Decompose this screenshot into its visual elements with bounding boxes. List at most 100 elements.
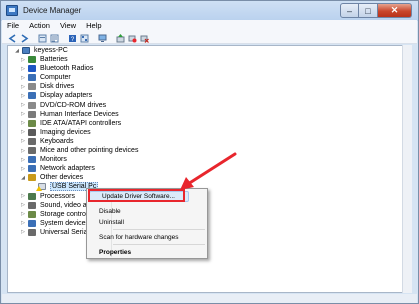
tree-item[interactable]: ▷ Imaging devices bbox=[20, 128, 91, 137]
menu-separator bbox=[113, 244, 205, 245]
tree-item[interactable]: ▷ Batteries bbox=[20, 55, 68, 64]
tree-item[interactable]: ▷ Computer bbox=[20, 73, 71, 82]
computer-root-icon bbox=[22, 47, 30, 54]
disable-device-icon[interactable] bbox=[128, 34, 137, 43]
expand-arrow-icon[interactable]: ▷ bbox=[20, 229, 26, 235]
help-icon[interactable]: ? bbox=[68, 34, 77, 43]
tree-item[interactable]: ▷ Keyboards bbox=[20, 137, 73, 146]
expand-arrow-icon[interactable]: ▷ bbox=[20, 166, 26, 172]
tree-item[interactable]: ▷ System devices bbox=[20, 219, 89, 228]
network-adapter-icon bbox=[28, 165, 36, 173]
minimize-button[interactable]: – bbox=[340, 3, 359, 18]
expand-arrow-icon[interactable]: ▷ bbox=[20, 193, 26, 199]
monitor-icon bbox=[28, 156, 36, 164]
expand-arrow-icon[interactable]: ▷ bbox=[20, 220, 26, 226]
properties-icon[interactable] bbox=[50, 34, 59, 43]
expand-arrow-icon[interactable]: ▷ bbox=[20, 84, 26, 90]
mouse-icon bbox=[28, 147, 36, 154]
red-arrow-icon bbox=[180, 152, 237, 190]
expand-arrow-icon[interactable]: ▷ bbox=[20, 157, 26, 163]
tree-item[interactable]: ▷ Disk drives bbox=[20, 82, 74, 91]
tree-item-label: Bluetooth Radios bbox=[40, 65, 94, 73]
tree-item-label: Keyboards bbox=[40, 137, 74, 145]
menu-action[interactable]: Action bbox=[24, 20, 55, 32]
expand-arrow-icon[interactable]: ▷ bbox=[20, 148, 26, 154]
tree-item-label: IDE ATA/ATAPI controllers bbox=[40, 119, 122, 127]
tree-item-label: Computer bbox=[40, 74, 71, 82]
tree-item[interactable]: ▷ IDE ATA/ATAPI controllers bbox=[20, 119, 121, 128]
tree-root-label: keyess-PC bbox=[34, 47, 68, 54]
maximize-button[interactable]: □ bbox=[359, 3, 378, 18]
expand-arrow-icon[interactable]: ▷ bbox=[20, 120, 26, 126]
tree-item[interactable]: ▷ Display adapters bbox=[20, 91, 92, 100]
other-devices-icon bbox=[28, 174, 36, 182]
tree-item-label: Batteries bbox=[40, 56, 68, 63]
keyboard-icon bbox=[28, 137, 36, 145]
expand-arrow-icon[interactable]: ▷ bbox=[20, 102, 26, 108]
vertical-scrollbar[interactable] bbox=[402, 45, 412, 293]
toolbar: ? bbox=[2, 32, 417, 44]
tree-item-label: Other devices bbox=[40, 174, 84, 182]
tree-item-label: Display adapters bbox=[40, 92, 93, 100]
tree-item-label: Mice and other pointing devices bbox=[40, 147, 139, 154]
disable-menu-item[interactable]: Disable bbox=[99, 208, 121, 215]
back-icon[interactable] bbox=[8, 34, 17, 43]
dvd-drive-icon bbox=[28, 101, 36, 109]
expand-arrow-icon[interactable]: ▷ bbox=[20, 202, 26, 208]
display-adapter-icon bbox=[28, 92, 36, 100]
tree-item[interactable]: ▷ Human Interface Devices bbox=[20, 110, 119, 119]
view-list-icon[interactable] bbox=[80, 34, 89, 43]
tree-item[interactable]: ▷ DVD/CD-ROM drives bbox=[20, 101, 106, 110]
computer-scan-icon[interactable] bbox=[98, 34, 107, 43]
tree-item[interactable]: ▷ Processors bbox=[20, 192, 75, 201]
tree-item[interactable]: ▷ Network adapters bbox=[20, 164, 95, 173]
tree-item[interactable]: ▷ Mice and other pointing devices bbox=[20, 146, 138, 155]
device-view-icon[interactable] bbox=[38, 34, 47, 43]
expand-arrow-icon[interactable]: ▷ bbox=[20, 138, 26, 144]
menu-help[interactable]: Help bbox=[81, 20, 106, 32]
uninstall-menu-item[interactable]: Uninstall bbox=[99, 219, 124, 226]
forward-icon[interactable] bbox=[20, 34, 29, 43]
title-bar: Device Manager – □ ✕ bbox=[1, 1, 418, 21]
properties-menu-item[interactable]: Properties bbox=[99, 249, 131, 256]
uninstall-device-icon[interactable] bbox=[140, 34, 149, 43]
tree-item[interactable]: ▷ Storage controll bbox=[20, 210, 89, 219]
menu-view[interactable]: View bbox=[55, 20, 81, 32]
tree-item-label: Universal Serial bbox=[40, 228, 90, 236]
system-device-icon bbox=[28, 219, 36, 227]
storage-controller-icon bbox=[28, 210, 36, 218]
collapse-arrow-icon[interactable]: ◢ bbox=[20, 175, 26, 181]
tree-item[interactable]: ▷ Bluetooth Radios bbox=[20, 64, 93, 73]
menu-separator bbox=[113, 229, 205, 230]
bluetooth-icon bbox=[28, 65, 36, 73]
tree-item-label: Network adapters bbox=[40, 165, 95, 173]
tree-item-label: Processors bbox=[40, 192, 76, 200]
expand-arrow-icon[interactable]: ▷ bbox=[20, 57, 26, 63]
collapse-arrow-icon[interactable]: ◢ bbox=[14, 48, 20, 54]
computer-icon bbox=[28, 74, 36, 82]
tree-item-label: Monitors bbox=[40, 156, 67, 164]
tree-item[interactable]: ▷ Universal Serial bbox=[20, 228, 89, 237]
expand-arrow-icon[interactable]: ▷ bbox=[20, 66, 26, 72]
expand-arrow-icon[interactable]: ▷ bbox=[20, 111, 26, 117]
expand-arrow-icon[interactable]: ▷ bbox=[20, 129, 26, 135]
tree-item[interactable]: ▷ Monitors bbox=[20, 155, 67, 164]
menu-file[interactable]: File bbox=[2, 20, 24, 32]
expand-arrow-icon[interactable]: ▷ bbox=[20, 211, 26, 217]
tree-root[interactable]: ◢ keyess-PC bbox=[14, 46, 68, 55]
window-title: Device Manager bbox=[23, 6, 82, 15]
expand-arrow-icon[interactable]: ▷ bbox=[20, 75, 26, 81]
tree-item[interactable]: ▷ Sound, video an bbox=[20, 201, 91, 210]
device-manager-icon bbox=[6, 5, 18, 16]
caption-buttons: – □ ✕ bbox=[340, 3, 412, 18]
tree-item[interactable]: ◢ Other devices bbox=[20, 173, 83, 182]
tree-item-label: Storage controll bbox=[40, 210, 90, 218]
update-driver-icon[interactable] bbox=[116, 34, 125, 43]
expand-arrow-icon[interactable]: ▷ bbox=[20, 93, 26, 99]
disk-drive-icon bbox=[28, 83, 36, 91]
tree-item-label: Human Interface Devices bbox=[40, 110, 119, 118]
sound-icon bbox=[28, 201, 36, 209]
scan-hardware-menu-item[interactable]: Scan for hardware changes bbox=[99, 234, 179, 241]
tree-item-label: Sound, video an bbox=[40, 201, 91, 209]
close-button[interactable]: ✕ bbox=[378, 3, 412, 18]
